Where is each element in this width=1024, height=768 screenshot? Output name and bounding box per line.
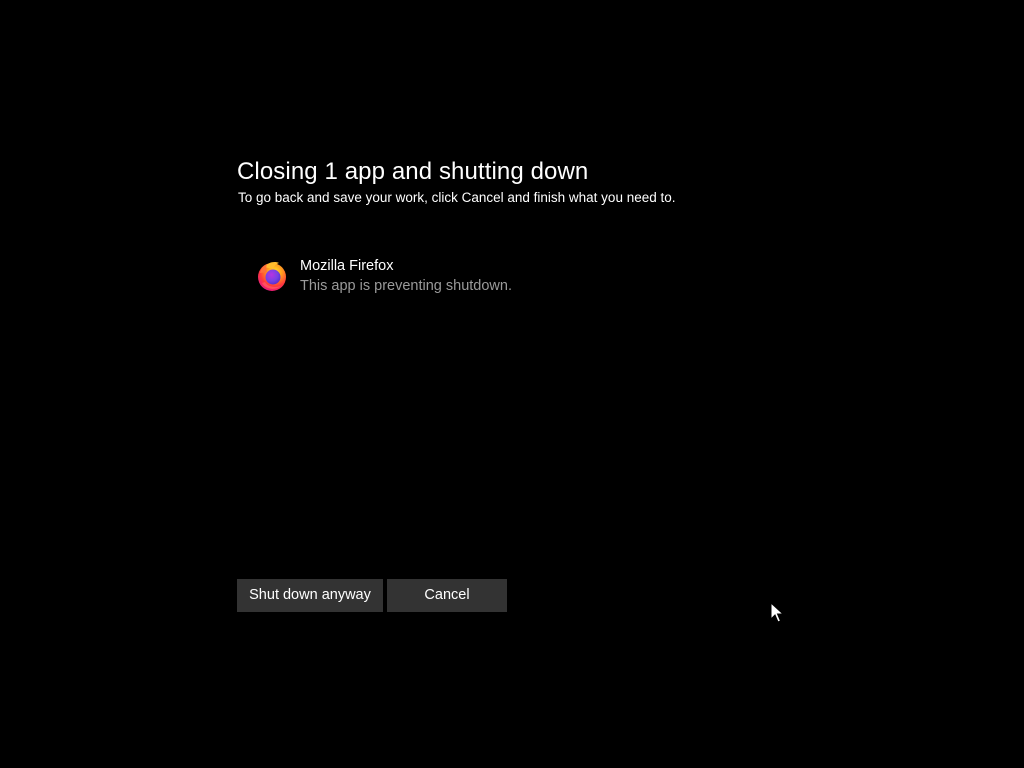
cancel-button[interactable]: Cancel [387,579,507,612]
blocking-app-item: Mozilla Firefox This app is preventing s… [252,254,582,296]
shut-down-anyway-button[interactable]: Shut down anyway [237,579,383,612]
app-status: This app is preventing shutdown. [300,278,512,294]
page-title: Closing 1 app and shutting down [237,158,589,185]
firefox-icon [255,258,289,292]
mouse-pointer-icon [770,601,785,624]
page-subtitle: To go back and save your work, click Can… [238,190,676,205]
app-name: Mozilla Firefox [300,258,394,274]
shutdown-screen: Closing 1 app and shutting down To go ba… [0,0,1024,768]
